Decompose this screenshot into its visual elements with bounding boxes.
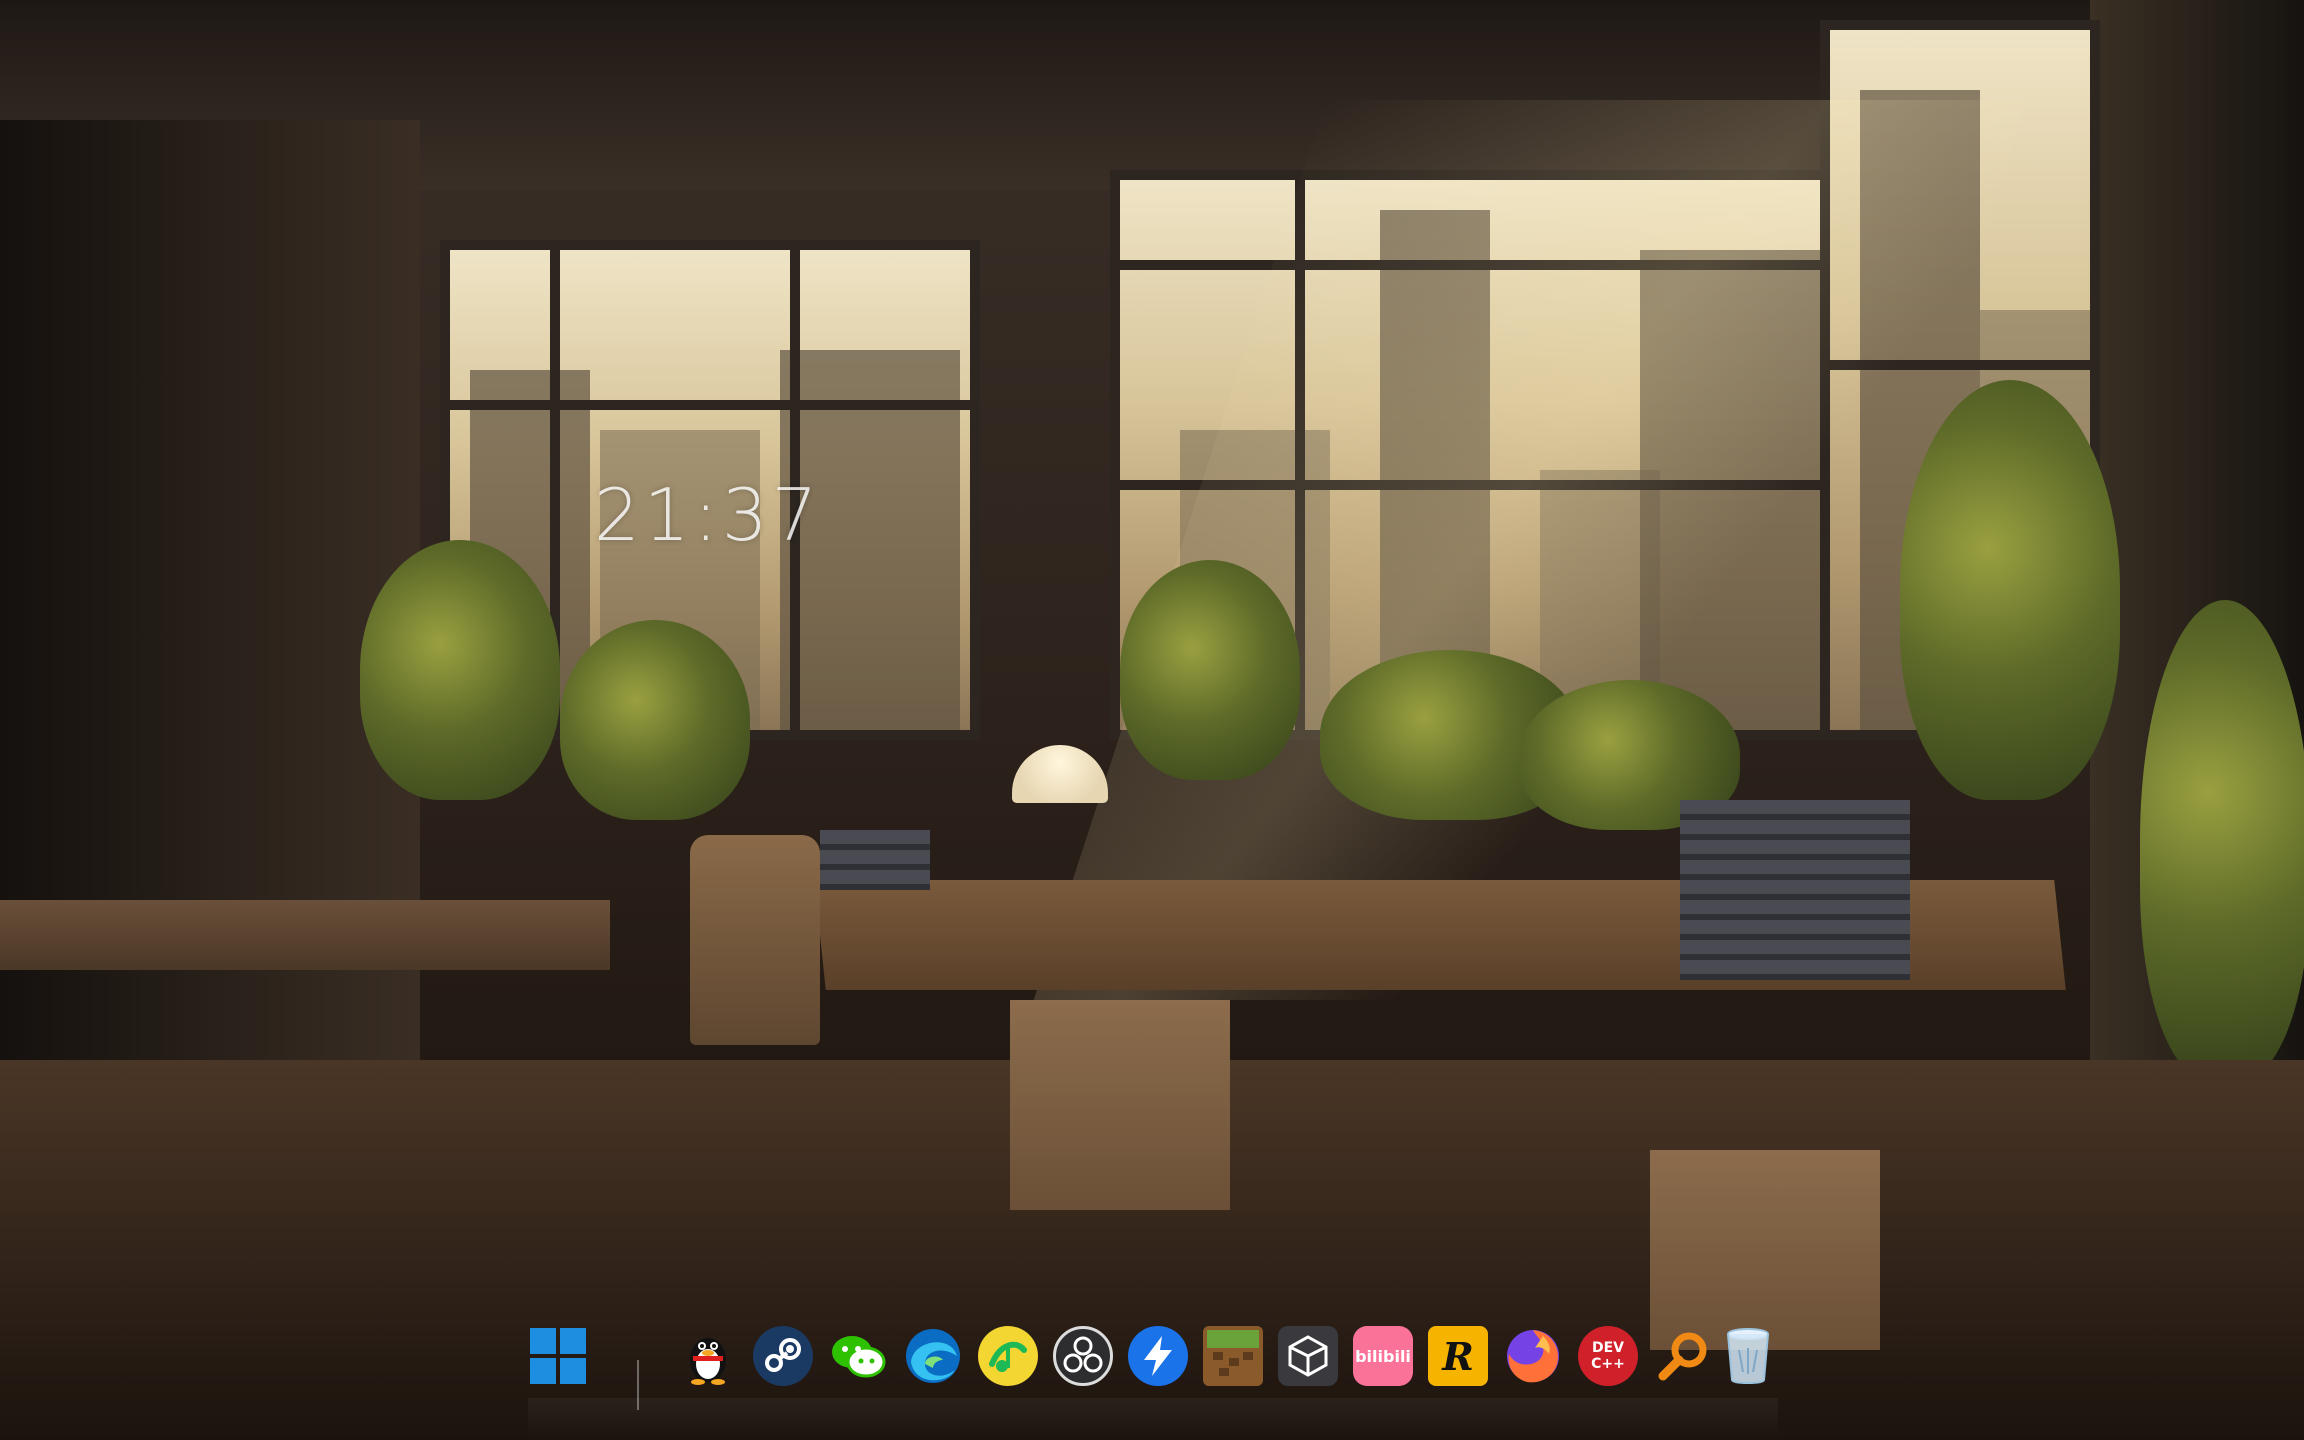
wallpaper-plants xyxy=(2140,600,2304,1080)
start-button[interactable] xyxy=(528,1326,588,1386)
wallpaper-chair xyxy=(690,835,820,1045)
music-button[interactable] xyxy=(978,1326,1038,1386)
obs-studio-icon xyxy=(1063,1336,1103,1373)
recycle-bin-button[interactable] xyxy=(1718,1326,1778,1386)
rockstar-button[interactable]: R xyxy=(1428,1326,1488,1386)
firefox-icon xyxy=(1507,1330,1559,1383)
bilibili-button[interactable]: bilibili xyxy=(1353,1326,1413,1386)
wallpaper-plants xyxy=(560,620,750,820)
desktop-clock: 21:37 xyxy=(594,473,822,557)
desktop-wallpaper xyxy=(0,0,2304,1440)
rockstar-icon: R xyxy=(1442,1333,1474,1379)
thunder-button[interactable] xyxy=(1128,1326,1188,1386)
music-app-icon xyxy=(989,1341,1027,1372)
minecraft-button[interactable] xyxy=(1203,1326,1263,1386)
wallpaper-plants xyxy=(1900,380,2120,800)
edge-button[interactable] xyxy=(903,1326,963,1386)
devcpp-button[interactable]: DEV C++ xyxy=(1578,1326,1638,1386)
qq-button[interactable] xyxy=(678,1326,738,1386)
wallpaper-left-wall xyxy=(0,120,420,1120)
steam-button[interactable] xyxy=(753,1326,813,1386)
wallpaper-book-stack xyxy=(1680,800,1910,980)
wechat-button[interactable] xyxy=(828,1326,888,1386)
devcpp-icon: DEV xyxy=(1591,1340,1625,1356)
devcpp-icon-label: C++ xyxy=(1591,1356,1625,1372)
windows-start-icon xyxy=(530,1328,586,1384)
dock-reflection xyxy=(528,1398,1778,1440)
qq-penguin-icon xyxy=(690,1338,726,1385)
recycle-bin-icon xyxy=(1727,1328,1769,1384)
minecraft-icon xyxy=(1207,1330,1259,1382)
obs-button[interactable] xyxy=(1053,1326,1113,1386)
wallpaper-lamp xyxy=(1012,745,1108,803)
unity-button[interactable] xyxy=(1278,1326,1338,1386)
wallpaper-cardboard-box xyxy=(1010,1000,1230,1210)
steam-icon xyxy=(765,1338,801,1372)
wallpaper-book-stack xyxy=(820,830,930,890)
thunder-download-icon xyxy=(1144,1336,1172,1376)
wechat-icon xyxy=(832,1336,886,1378)
taskbar-dock: bilibili R DEV C++ xyxy=(528,1314,1778,1398)
firefox-button[interactable] xyxy=(1503,1326,1563,1386)
bilibili-icon: bilibili xyxy=(1355,1346,1411,1366)
wallpaper-plants xyxy=(1120,560,1300,780)
wallpaper-desk-left xyxy=(0,900,610,970)
wallpaper-plants xyxy=(360,540,560,800)
unity-icon xyxy=(1288,1335,1328,1377)
search-icon xyxy=(1658,1332,1707,1381)
edge-browser-icon xyxy=(906,1329,960,1383)
search-button[interactable] xyxy=(1653,1326,1713,1386)
